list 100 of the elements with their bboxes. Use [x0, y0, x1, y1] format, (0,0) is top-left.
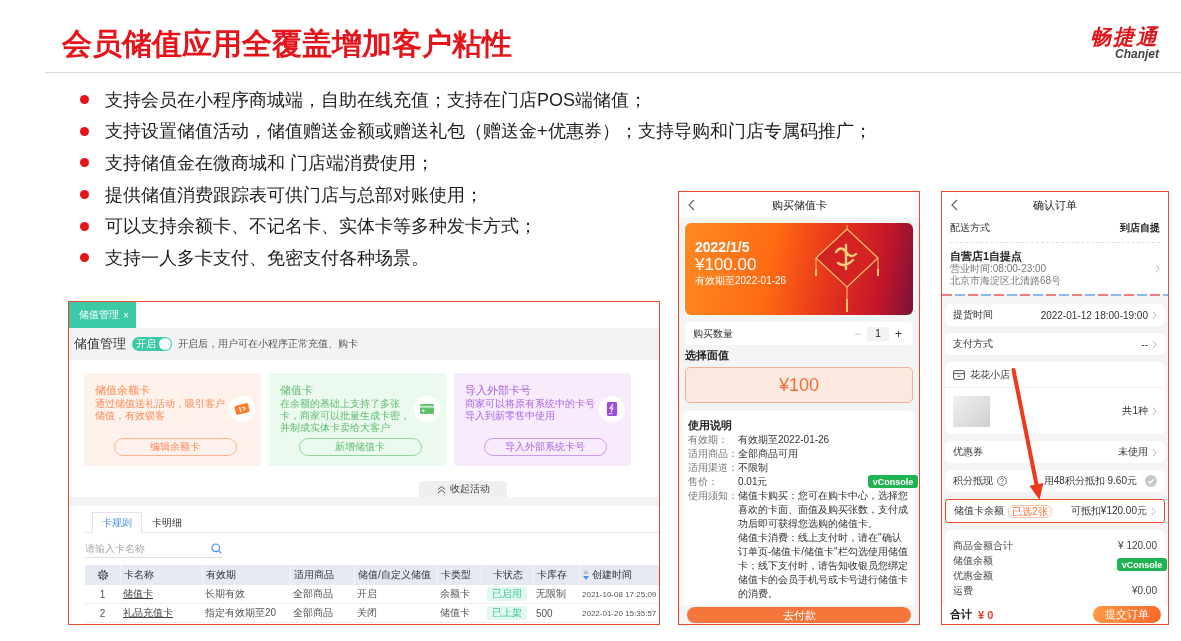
table-cell-text: 2022-01-20 15:35:57 [581, 607, 658, 620]
toggle-switch[interactable]: 开启 [132, 337, 172, 351]
check-circle-icon[interactable] [1145, 475, 1157, 487]
store-name: 花花小店 [970, 367, 1010, 382]
toggle-hint: 开启后，用户可在小程序正常充值、购卡 [178, 337, 358, 351]
row-value: 用48积分抵扣 9.60元 [1043, 474, 1137, 488]
list-row[interactable]: 优惠券 未使用 [945, 441, 1165, 463]
delivery-method[interactable]: 到店自提 [1120, 221, 1160, 235]
card-title: 储值卡 [280, 383, 314, 398]
debug-console-button[interactable]: vConsole [868, 475, 918, 488]
tab[interactable]: 卡规则 [92, 512, 142, 533]
pay-button[interactable]: 去付款 [687, 607, 911, 623]
row-label: 优惠券 [953, 445, 983, 459]
slide-title: 会员储值应用全覆盖增加客户粘性 [62, 26, 512, 62]
search-field[interactable]: 请输入卡名称 [85, 540, 211, 557]
field-value: 不限制 [738, 461, 768, 475]
back-icon[interactable] [687, 199, 695, 211]
back-icon[interactable] [950, 199, 958, 211]
table-cell-text: 全部商品 [292, 606, 334, 620]
card-title: 储值余额卡 [95, 383, 151, 398]
chevron-right-icon[interactable] [1152, 339, 1157, 349]
summary-label: 商品金额合计 [953, 538, 1013, 553]
card-name-link[interactable]: 礼品充值卡 [123, 606, 173, 620]
row-value: 可抵扣¥120.00元 [1070, 504, 1147, 518]
chevron-right-icon[interactable] [1152, 447, 1157, 457]
table-cell-text: 余额卡 [439, 587, 471, 601]
item-count: 共1种 [1122, 404, 1148, 418]
column-header: 卡类型 [437, 565, 481, 585]
bullet-text: 支持一人多卡支付、免密支付各种场景。 [105, 246, 429, 270]
card-description: 在余额的基础上支持了多张卡，商家可以批量生成卡密，并制成实体卡卖给大客户 [280, 398, 411, 435]
card-description: 通过储值送礼活动，吸引客户储值，有效锁客 [95, 398, 226, 423]
help-icon[interactable] [997, 476, 1007, 486]
card-title: 导入外部卡号 [465, 383, 532, 398]
debug-console-button[interactable]: vConsole [1117, 558, 1167, 571]
chevron-right-icon[interactable] [1152, 406, 1157, 416]
list-row[interactable]: 提货时间 2022-01-12 18:00-19:00 [945, 304, 1165, 326]
plus-button[interactable]: + [892, 326, 905, 341]
table-cell-text: 关闭 [356, 606, 378, 620]
status-badge: 已上架 [487, 606, 527, 620]
status-badge: 已启用 [487, 587, 527, 601]
field-label: 有效期： [688, 433, 729, 447]
row-label: 储值卡余额 [954, 504, 1004, 518]
card-amount: ¥100.00 [695, 255, 758, 275]
summary-value: ¥0.00 [1131, 585, 1157, 596]
total-amount: ¥ 0 [978, 608, 994, 621]
column-header[interactable]: 创建时间 [579, 565, 658, 585]
submit-button[interactable]: 提交订单 [1093, 606, 1161, 623]
column-header: 卡库存 [533, 565, 579, 585]
field-label: 适用商品： [688, 447, 738, 461]
page-title: 储值管理 [74, 335, 126, 353]
photo-placeholder [953, 395, 990, 427]
logo-wordmark: 畅捷通 [1090, 25, 1159, 48]
row-value: -- [1141, 338, 1148, 350]
shop-icon [953, 369, 965, 380]
bullet-dot-icon [80, 221, 89, 231]
bullet-text: 支持储值金在微商城和 门店端消费使用； [105, 152, 434, 175]
table-cell-text: 指定有效期至20 [204, 606, 278, 620]
delivery-label: 配送方式 [950, 221, 990, 235]
column-header: 有效期 [202, 565, 290, 585]
list-row[interactable]: 支付方式 -- [945, 333, 1165, 355]
field-value: 有效期至2022-01-26 [738, 433, 830, 447]
ticket-icon [229, 396, 255, 422]
chevron-right-icon[interactable] [1155, 264, 1160, 273]
bullet-dot-icon [80, 158, 89, 168]
chevron-right-icon[interactable] [1151, 506, 1156, 516]
bullet-text: 支持设置储值活动，储值赠送金额或赠送礼包（赠送金+优惠券）；支持导购和门店专属码推广； [105, 120, 872, 144]
summary-label: 运费 [953, 583, 973, 598]
search-icon[interactable] [211, 543, 222, 554]
summary-label: 优惠金额 [953, 568, 993, 583]
row-label: 提货时间 [953, 308, 993, 322]
field-label: 适用渠道： [688, 461, 738, 475]
settings-icon[interactable] [96, 569, 109, 581]
selection-tag: 已选2张 [1008, 504, 1052, 518]
denomination-option[interactable]: ¥100 [685, 367, 913, 403]
card-icon [414, 396, 440, 422]
quantity-label: 购买数量 [693, 326, 734, 341]
bullet-text: 支持会员在小程序商城端，自助在线充值；支持在门店POS端储值； [105, 88, 647, 112]
quantity-field[interactable]: 1 [867, 326, 889, 341]
pickup-address: 北京市海淀区北清路68号 [950, 275, 1062, 287]
list-row[interactable]: 储值卡余额 已选2张 可抵扣¥120.00元 [945, 499, 1165, 523]
bullet-text: 提供储值消费跟踪表可供门店与总部对账使用； [105, 183, 483, 207]
row-number: 2 [98, 606, 107, 621]
card-name-link[interactable]: 储值卡 [123, 587, 153, 601]
tab[interactable]: 卡明细 [142, 512, 192, 533]
notice-text: 储值卡购买：您可在购卡中心，选择您喜欢的卡面、面值及购买张数，支付成功后即可获得您选购的储值卡。 [738, 489, 909, 531]
sort-icon[interactable] [583, 570, 589, 580]
collapse-button[interactable]: 收起活动 [419, 481, 507, 497]
table-cell-text: 储值卡 [439, 606, 471, 620]
chevron-right-icon[interactable] [1152, 310, 1157, 320]
row-value: 未使用 [1118, 445, 1148, 459]
table-cell-text: 长期有效 [204, 587, 246, 601]
document-icon [599, 396, 625, 422]
close-button[interactable]: × [123, 309, 129, 321]
bullet-dot-icon [80, 95, 89, 105]
bullet-dot-icon [80, 126, 89, 136]
pickup-point-name: 自营店1自提点 [950, 250, 1023, 263]
column-header: 卡名称 [120, 565, 202, 585]
section-label: 选择面值 [685, 348, 730, 363]
page-tab[interactable]: 储值管理 × [69, 302, 136, 328]
column-header: 适用商品 [290, 565, 354, 585]
